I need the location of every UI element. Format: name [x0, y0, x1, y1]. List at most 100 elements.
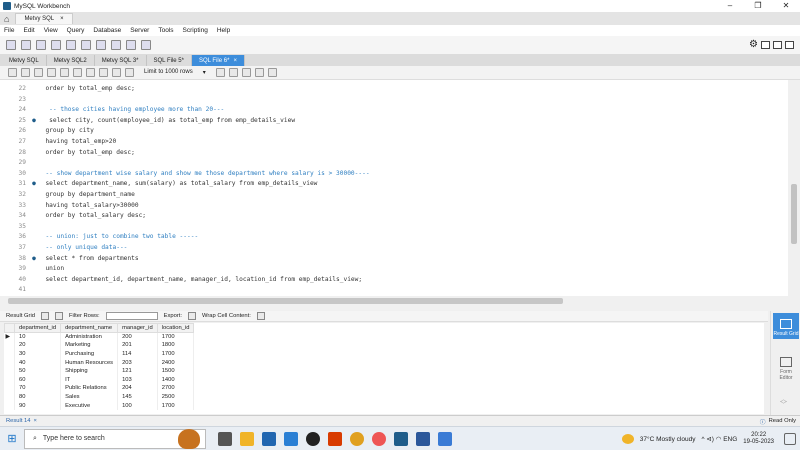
invisible-chars-icon[interactable]	[254, 68, 264, 77]
table-cell[interactable]: 2700	[157, 384, 195, 393]
result-close-icon[interactable]: ×	[34, 418, 37, 424]
table-row[interactable]: 70 Public Relations 204 2700	[4, 384, 195, 393]
beautify-icon[interactable]	[228, 68, 238, 77]
table-cell[interactable]: 103	[117, 375, 158, 385]
new-sql-tab-icon[interactable]	[6, 40, 16, 50]
menu-view[interactable]: View	[44, 27, 58, 34]
result-grid-view-button[interactable]: Result Grid	[773, 313, 799, 339]
menu-scripting[interactable]: Scripting	[183, 27, 208, 34]
table-row[interactable]: ▶ 10 Administration 200 1700	[4, 332, 195, 342]
search-table-data-icon[interactable]	[126, 40, 136, 50]
notification-icon[interactable]	[784, 433, 796, 445]
office-icon[interactable]	[328, 431, 342, 446]
table-cell[interactable]: 204	[117, 384, 158, 393]
table-cell[interactable]: 2400	[157, 358, 195, 367]
table-cell[interactable]: Purchasing	[60, 349, 119, 359]
table-cell[interactable]: Sales	[60, 392, 119, 402]
create-procedure-icon[interactable]	[96, 40, 106, 50]
chevron-down-icon[interactable]: ﹀	[780, 402, 787, 409]
bookmark-icon[interactable]	[215, 68, 225, 77]
editor-line[interactable]: 38 ● select * from departments	[0, 253, 788, 264]
table-cell[interactable]: 70	[14, 384, 62, 393]
sql-editor[interactable]: 22 order by total_emp desc; 23 24 -- those…	[0, 80, 788, 296]
table-cell[interactable]: IT	[60, 375, 119, 385]
result-tab[interactable]: Result 14 ×	[0, 418, 43, 424]
tab-metvy-sql-3[interactable]: Metvy SQL 3*	[95, 55, 147, 66]
filter-rows-input[interactable]	[105, 312, 158, 320]
editor-line[interactable]: 29	[0, 157, 788, 168]
table-row[interactable]: 50 Shipping 121 1500	[4, 366, 195, 376]
table-row[interactable]: 90 Executive 100 1700	[4, 401, 195, 410]
table-cell[interactable]: 1800	[157, 341, 195, 350]
editor-line[interactable]: 39 union	[0, 263, 788, 274]
photos-icon[interactable]	[438, 431, 452, 446]
table-cell[interactable]: 90	[14, 401, 62, 410]
table-cell[interactable]: 2500	[157, 392, 195, 402]
editor-line[interactable]: 32 group by department_name	[0, 189, 788, 200]
windows-start-icon[interactable]: ⊞	[0, 432, 24, 445]
table-cell[interactable]: 1700	[157, 401, 195, 410]
editor-line[interactable]: 41	[0, 284, 788, 295]
file-explorer-icon[interactable]	[240, 431, 254, 446]
task-view-icon[interactable]	[218, 431, 232, 446]
explain-icon[interactable]	[60, 68, 69, 77]
dell-icon[interactable]	[306, 431, 320, 446]
table-cell[interactable]: Public Relations	[60, 384, 119, 393]
editor-line[interactable]: 37 -- only unique data---	[0, 242, 788, 253]
menu-server[interactable]: Server	[130, 27, 149, 34]
close-button[interactable]: ✕	[772, 0, 800, 12]
editor-horizontal-scrollbar[interactable]	[0, 296, 788, 306]
table-cell[interactable]: 80	[14, 392, 62, 402]
column-header[interactable]: department_id	[13, 323, 62, 333]
table-cell[interactable]: 121	[117, 366, 158, 376]
table-cell[interactable]: 145	[117, 392, 158, 402]
weather-text[interactable]: 37°C Mostly cloudy	[640, 436, 696, 443]
table-row[interactable]: 80 Sales 145 2500	[4, 392, 195, 402]
grid-icon[interactable]	[41, 312, 49, 320]
reconnect-icon[interactable]	[141, 40, 151, 50]
chrome-profile-icon[interactable]	[372, 431, 386, 446]
table-cell[interactable]: 10	[14, 332, 62, 342]
limit-rows-select[interactable]: Limit to 1000 rows ▾	[144, 69, 206, 76]
table-cell[interactable]: 1700	[157, 332, 195, 342]
create-function-icon[interactable]	[111, 40, 121, 50]
editor-vertical-scrollbar[interactable]	[788, 80, 800, 296]
table-cell[interactable]: 100	[117, 401, 158, 410]
table-row[interactable]: 40 Human Resources 203 2400	[4, 358, 195, 367]
editor-line[interactable]: 23	[0, 94, 788, 105]
table-cell[interactable]: Administration	[60, 332, 119, 342]
commit-icon[interactable]	[99, 68, 108, 77]
menu-query[interactable]: Query	[67, 27, 85, 34]
panel-scroll-arrows[interactable]: ︿ ﹀	[780, 396, 787, 409]
editor-line[interactable]: 25 ● select city, count(employee_id) as t…	[0, 115, 788, 126]
home-icon[interactable]: ⌂	[4, 14, 9, 24]
table-cell[interactable]: 50	[14, 366, 62, 376]
column-header[interactable]: department_name	[60, 323, 119, 333]
result-grid-label[interactable]: Result Grid	[6, 313, 35, 319]
inspector-icon[interactable]	[36, 40, 46, 50]
menu-edit[interactable]: Edit	[23, 27, 34, 34]
search-highlight-icon[interactable]	[178, 428, 200, 449]
create-table-icon[interactable]	[66, 40, 76, 50]
clock[interactable]: 20:22 19-05-2023	[743, 432, 774, 446]
tab-sql-file-6[interactable]: SQL File 6* ×	[191, 55, 245, 66]
menu-help[interactable]: Help	[217, 27, 230, 34]
autocommit-icon[interactable]	[125, 68, 134, 77]
menu-tools[interactable]: Tools	[158, 27, 173, 34]
menu-database[interactable]: Database	[93, 27, 121, 34]
wrap-cell-icon[interactable]	[256, 312, 265, 320]
tab-metvy-sql2[interactable]: Metvy SQL2	[47, 55, 95, 66]
table-row[interactable]: 20 Marketing 201 1800	[4, 341, 195, 350]
editor-line[interactable]: 28 order by total_emp desc;	[0, 147, 788, 158]
toggle-sidebar-icon[interactable]	[761, 40, 770, 49]
mail-icon[interactable]	[284, 431, 298, 446]
tab-close-icon[interactable]: ×	[233, 58, 237, 64]
save-icon[interactable]	[21, 68, 30, 77]
open-sql-script-icon[interactable]	[21, 40, 31, 50]
table-row[interactable]: 30 Purchasing 114 1700	[4, 349, 195, 359]
editor-line[interactable]: 24 -- those cities having employee more …	[0, 104, 788, 115]
export-icon[interactable]	[187, 312, 196, 320]
table-cell[interactable]: 60	[14, 375, 62, 385]
table-cell[interactable]: Shipping	[60, 366, 119, 376]
chrome-icon[interactable]	[350, 431, 364, 446]
